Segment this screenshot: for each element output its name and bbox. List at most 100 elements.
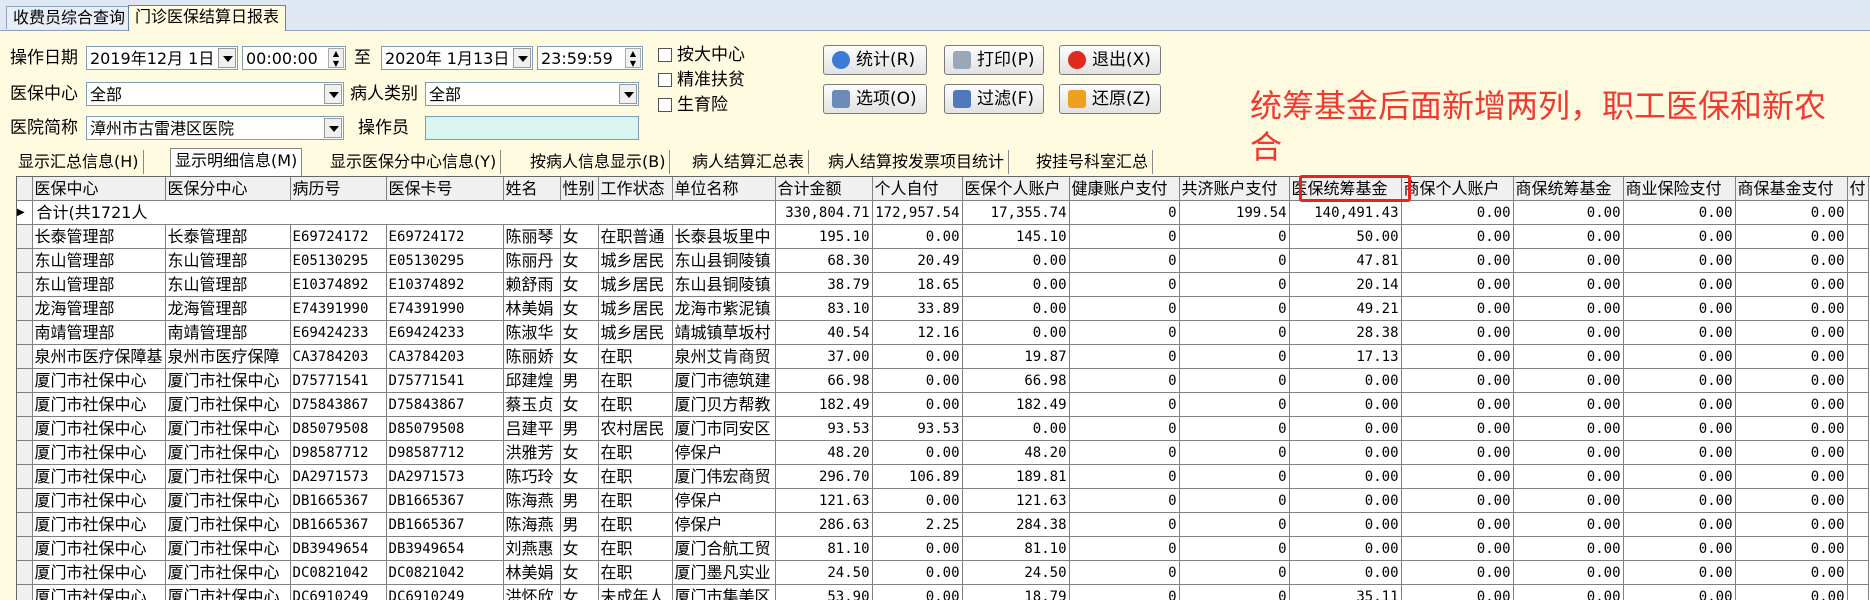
table-cell[interactable]: 0.00 (1623, 273, 1735, 297)
table-cell[interactable]: 0.00 (1289, 369, 1401, 393)
table-cell[interactable]: D85079508 (386, 417, 503, 441)
column-header[interactable]: 工作状态 (598, 177, 672, 201)
end-time-input[interactable]: 23:59:59▲▼ (537, 46, 643, 70)
column-header[interactable]: 医保个人账户 (962, 177, 1069, 201)
table-cell[interactable] (1847, 513, 1868, 537)
table-cell[interactable]: 厦门市德筑建 (672, 369, 775, 393)
table-cell[interactable]: 泉州艾肯商贸 (672, 345, 775, 369)
table-cell[interactable]: 0.00 (1735, 465, 1847, 489)
table-cell[interactable]: 18.65 (872, 273, 962, 297)
table-cell[interactable]: 20.14 (1289, 273, 1401, 297)
table-cell[interactable]: DC0821042 (386, 561, 503, 585)
table-cell[interactable]: 0 (1069, 489, 1179, 513)
table-cell[interactable]: 0.00 (1735, 393, 1847, 417)
table-cell[interactable]: 0.00 (1401, 585, 1513, 600)
table-cell[interactable]: 0.00 (1401, 225, 1513, 249)
table-cell[interactable]: 0 (1069, 369, 1179, 393)
total-cell[interactable]: 0.00 (1623, 201, 1735, 225)
table-cell[interactable] (1847, 201, 1868, 225)
table-cell[interactable]: 0.00 (1623, 465, 1735, 489)
table-cell[interactable]: 陈丽娇 (503, 345, 560, 369)
table-row[interactable]: 厦门市社保中心厦门市社保中心DB1665367DB1665367陈海燕男在职停保… (17, 489, 1868, 513)
table-cell[interactable]: 0 (1179, 441, 1289, 465)
table-cell[interactable]: 0.00 (1735, 297, 1847, 321)
checkbox-icon[interactable] (658, 73, 672, 87)
table-cell[interactable]: 0 (1179, 225, 1289, 249)
column-header[interactable]: 商保个人账户 (1401, 177, 1513, 201)
column-header[interactable]: 合计金额 (775, 177, 872, 201)
table-cell[interactable]: 城乡居民 (598, 273, 672, 297)
table-cell[interactable]: 女 (560, 585, 598, 600)
table-cell[interactable]: 厦门伟宏商贸 (672, 465, 775, 489)
table-cell[interactable]: 0.00 (1735, 417, 1847, 441)
table-cell[interactable]: 145.10 (962, 225, 1069, 249)
table-cell[interactable]: 赖舒雨 (503, 273, 560, 297)
table-cell[interactable]: 0.00 (1401, 369, 1513, 393)
table-cell[interactable]: 0 (1069, 513, 1179, 537)
table-cell[interactable]: 0.00 (1513, 417, 1623, 441)
table-cell[interactable]: 81.10 (775, 537, 872, 561)
tab-outpatient-daily-report[interactable]: 门诊医保结算日报表 (128, 5, 286, 31)
table-cell[interactable] (1847, 465, 1868, 489)
table-cell[interactable]: 53.90 (775, 585, 872, 600)
tab-by-patient[interactable]: 按病人信息显示(B) (526, 150, 670, 174)
table-cell[interactable]: 0.00 (872, 585, 962, 600)
table-row[interactable]: 厦门市社保中心厦门市社保中心D75771541D75771541邱建煌男在职厦门… (17, 369, 1868, 393)
table-cell[interactable]: 女 (560, 273, 598, 297)
table-cell[interactable]: 厦门合航工贸 (672, 537, 775, 561)
table-cell[interactable]: 男 (560, 513, 598, 537)
total-cell[interactable]: 172,957.54 (872, 201, 962, 225)
total-cell[interactable]: 0.00 (1513, 201, 1623, 225)
table-cell[interactable]: 2.25 (872, 513, 962, 537)
table-cell[interactable]: 93.53 (775, 417, 872, 441)
table-cell[interactable]: 厦门市社保中心 (32, 489, 165, 513)
table-cell[interactable]: 0.00 (1623, 561, 1735, 585)
table-cell[interactable]: 0.00 (1401, 273, 1513, 297)
table-cell[interactable]: 0.00 (1401, 513, 1513, 537)
table-cell[interactable]: 0.00 (1623, 393, 1735, 417)
tab-subcenter[interactable]: 显示医保分中心信息(Y) (326, 150, 501, 174)
table-cell[interactable]: 35.11 (1289, 585, 1401, 600)
total-cell[interactable]: 330,804.71 (775, 201, 872, 225)
table-cell[interactable]: 284.38 (962, 513, 1069, 537)
table-cell[interactable]: 陈丽琴 (503, 225, 560, 249)
table-cell[interactable]: 南靖管理部 (165, 321, 290, 345)
table-cell[interactable]: 0.00 (1513, 369, 1623, 393)
stats-button[interactable]: 统计(R) (823, 45, 927, 75)
table-cell[interactable]: 0.00 (1289, 537, 1401, 561)
table-cell[interactable]: 0.00 (1735, 345, 1847, 369)
column-header[interactable]: 共济账户支付 (1179, 177, 1289, 201)
table-cell[interactable]: 停保户 (672, 441, 775, 465)
table-cell[interactable]: 0 (1069, 561, 1179, 585)
table-cell[interactable]: 在职 (598, 465, 672, 489)
table-cell[interactable]: 女 (560, 393, 598, 417)
table-cell[interactable]: 厦门市社保中心 (32, 393, 165, 417)
table-cell[interactable]: 49.21 (1289, 297, 1401, 321)
table-cell[interactable]: 靖城镇草坂村 (672, 321, 775, 345)
table-cell[interactable]: 0.00 (872, 561, 962, 585)
table-cell[interactable]: 83.10 (775, 297, 872, 321)
table-cell[interactable]: 男 (560, 417, 598, 441)
table-cell[interactable]: 121.63 (775, 489, 872, 513)
column-header[interactable]: 医保卡号 (386, 177, 503, 201)
column-header[interactable]: 商保基金支付 (1735, 177, 1847, 201)
table-cell[interactable]: 0.00 (1735, 489, 1847, 513)
table-cell[interactable]: 邱建煌 (503, 369, 560, 393)
table-cell[interactable] (1847, 369, 1868, 393)
table-cell[interactable]: 厦门市社保中心 (32, 465, 165, 489)
operator-input[interactable] (425, 116, 639, 140)
table-cell[interactable]: 女 (560, 225, 598, 249)
center-select[interactable]: 全部 (86, 82, 344, 106)
table-row[interactable]: 厦门市社保中心厦门市社保中心D75843867D75843867蔡玉贞女在职厦门… (17, 393, 1868, 417)
table-cell[interactable]: 38.79 (775, 273, 872, 297)
tab-invoice-items[interactable]: 病人结算按发票项目统计 (824, 150, 1009, 174)
chevron-down-icon[interactable] (324, 118, 342, 138)
table-cell[interactable]: 东山管理部 (32, 249, 165, 273)
table-cell[interactable]: D98587712 (386, 441, 503, 465)
checkbox-big-center[interactable]: 按大中心 (658, 44, 745, 66)
table-cell[interactable]: 0 (1179, 417, 1289, 441)
table-cell[interactable]: 陈巧玲 (503, 465, 560, 489)
table-cell[interactable]: 东山管理部 (165, 273, 290, 297)
table-cell[interactable]: 0.00 (1623, 225, 1735, 249)
print-button[interactable]: 打印(P) (944, 45, 1044, 75)
